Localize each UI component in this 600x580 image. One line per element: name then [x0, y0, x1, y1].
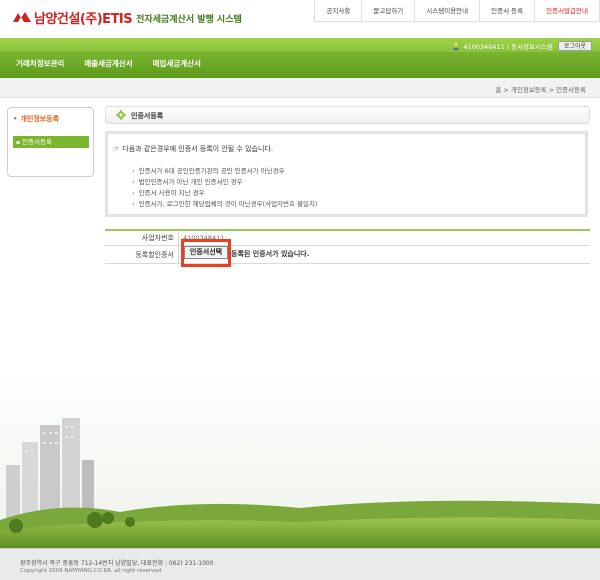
top-menu-cert-issue-guide[interactable]: 인증서발급안내 [535, 0, 600, 21]
notice-item: 인증서 사용이 지난 경우 [132, 188, 318, 199]
logo[interactable]: 남양건설(주)ETIS 전자세금계산서 발행 시스템 [12, 9, 242, 27]
notice-item: 인증서가 6대 공인인증기관의 공인 인증서가 아닌경우 [132, 166, 318, 177]
breadcrumb: 홈 > 개인정보등록 > 인증서등록 [495, 86, 586, 94]
sidebar-item-cert-register[interactable]: 인증서등록 [13, 136, 89, 148]
cert-status-message: 등록된 인증서가 있습니다. [231, 250, 310, 258]
top-menu-system-guide[interactable]: 시스템이용안내 [415, 0, 481, 21]
notice-item: 인증서가, 로그인한 해당업체의 것이 아닌경우(사업자번호 불일치) [132, 199, 318, 210]
user-icon [452, 42, 460, 50]
page-header: 인증서등록 [105, 106, 590, 124]
sidebar-title: 개인정보등록 [13, 114, 59, 124]
company-name: 남양건설(주)ETIS [34, 11, 133, 27]
breadcrumb-home[interactable]: 홈 [495, 86, 501, 94]
top-menu: 공지사항 묻고답하기 시스템이용안내 인증서 등록 인증서발급안내 [314, 0, 600, 22]
breadcrumb-bar: 홈 > 개인정보등록 > 인증서등록 [0, 78, 600, 98]
notice-item: 법인인증서가 아닌 개인 인증서인 경우 [132, 177, 318, 188]
company-logo-icon [12, 11, 32, 23]
user-info: 4100348411 / 동서정보시스템 [463, 42, 553, 51]
notice-heading: 다음과 같은경우에 인증서 등록이 안될 수 있습니다. [113, 144, 273, 154]
header: 남양건설(주)ETIS 전자세금계산서 발행 시스템 공지사항 묻고답하기 시스… [0, 0, 600, 38]
menu-sales-invoice[interactable]: 매출세금계산서 [84, 58, 132, 69]
main-menu: 거래처정보관리 매출세금계산서 매입세금계산서 [16, 58, 221, 69]
footer-copyright: Copyright 2009 NAMYANG.CO.KR. all right … [20, 568, 163, 574]
logout-button[interactable]: 로그아웃 [557, 40, 592, 51]
system-title: 전자세금계산서 발행 시스템 [136, 14, 242, 25]
footer: 광주광역시 북구 중흥동 712-14번지 남양빌딩, 대표전화 : 062) … [0, 548, 600, 580]
select-cert-button[interactable]: 인증서선택 [184, 246, 228, 259]
notice-box: 다음과 같은경우에 인증서 등록이 안될 수 있습니다. 인증서가 6대 공인인… [105, 131, 588, 217]
page-title: 인증서등록 [131, 112, 164, 120]
biz-no-row: 사업자번호 4100348411 [105, 231, 590, 246]
user-bar: 4100348411 / 동서정보시스템 로그아웃 [452, 40, 592, 51]
gear-icon [116, 110, 126, 120]
menu-client-info[interactable]: 거래처정보관리 [16, 58, 64, 69]
menu-purchase-invoice[interactable]: 매입세금계산서 [153, 58, 201, 69]
notice-list: 인증서가 6대 공인인증기관의 공인 인증서가 아닌경우 법인인증서가 아닌 개… [132, 166, 318, 210]
cert-form: 사업자번호 4100348411 등록할인증서 [105, 229, 590, 264]
cert-row: 등록할인증서 [105, 246, 590, 264]
background-landscape [0, 370, 600, 548]
top-menu-qna[interactable]: 묻고답하기 [362, 0, 416, 21]
main-navbar: 4100348411 / 동서정보시스템 로그아웃 거래처정보관리 매출세금계산… [0, 38, 600, 78]
cert-label: 등록할인증서 [105, 246, 179, 263]
breadcrumb-personal-info[interactable]: 개인정보등록 [511, 86, 547, 94]
sidebar: 개인정보등록 인증서등록 [7, 107, 94, 177]
top-menu-notice[interactable]: 공지사항 [315, 0, 363, 21]
footer-address: 광주광역시 북구 중흥동 712-14번지 남양빌딩, 대표전화 : 062) … [20, 560, 214, 567]
breadcrumb-cert-register: 인증서등록 [556, 86, 586, 94]
top-menu-cert-register[interactable]: 인증서 등록 [480, 0, 536, 21]
biz-no-label: 사업자번호 [105, 231, 179, 245]
